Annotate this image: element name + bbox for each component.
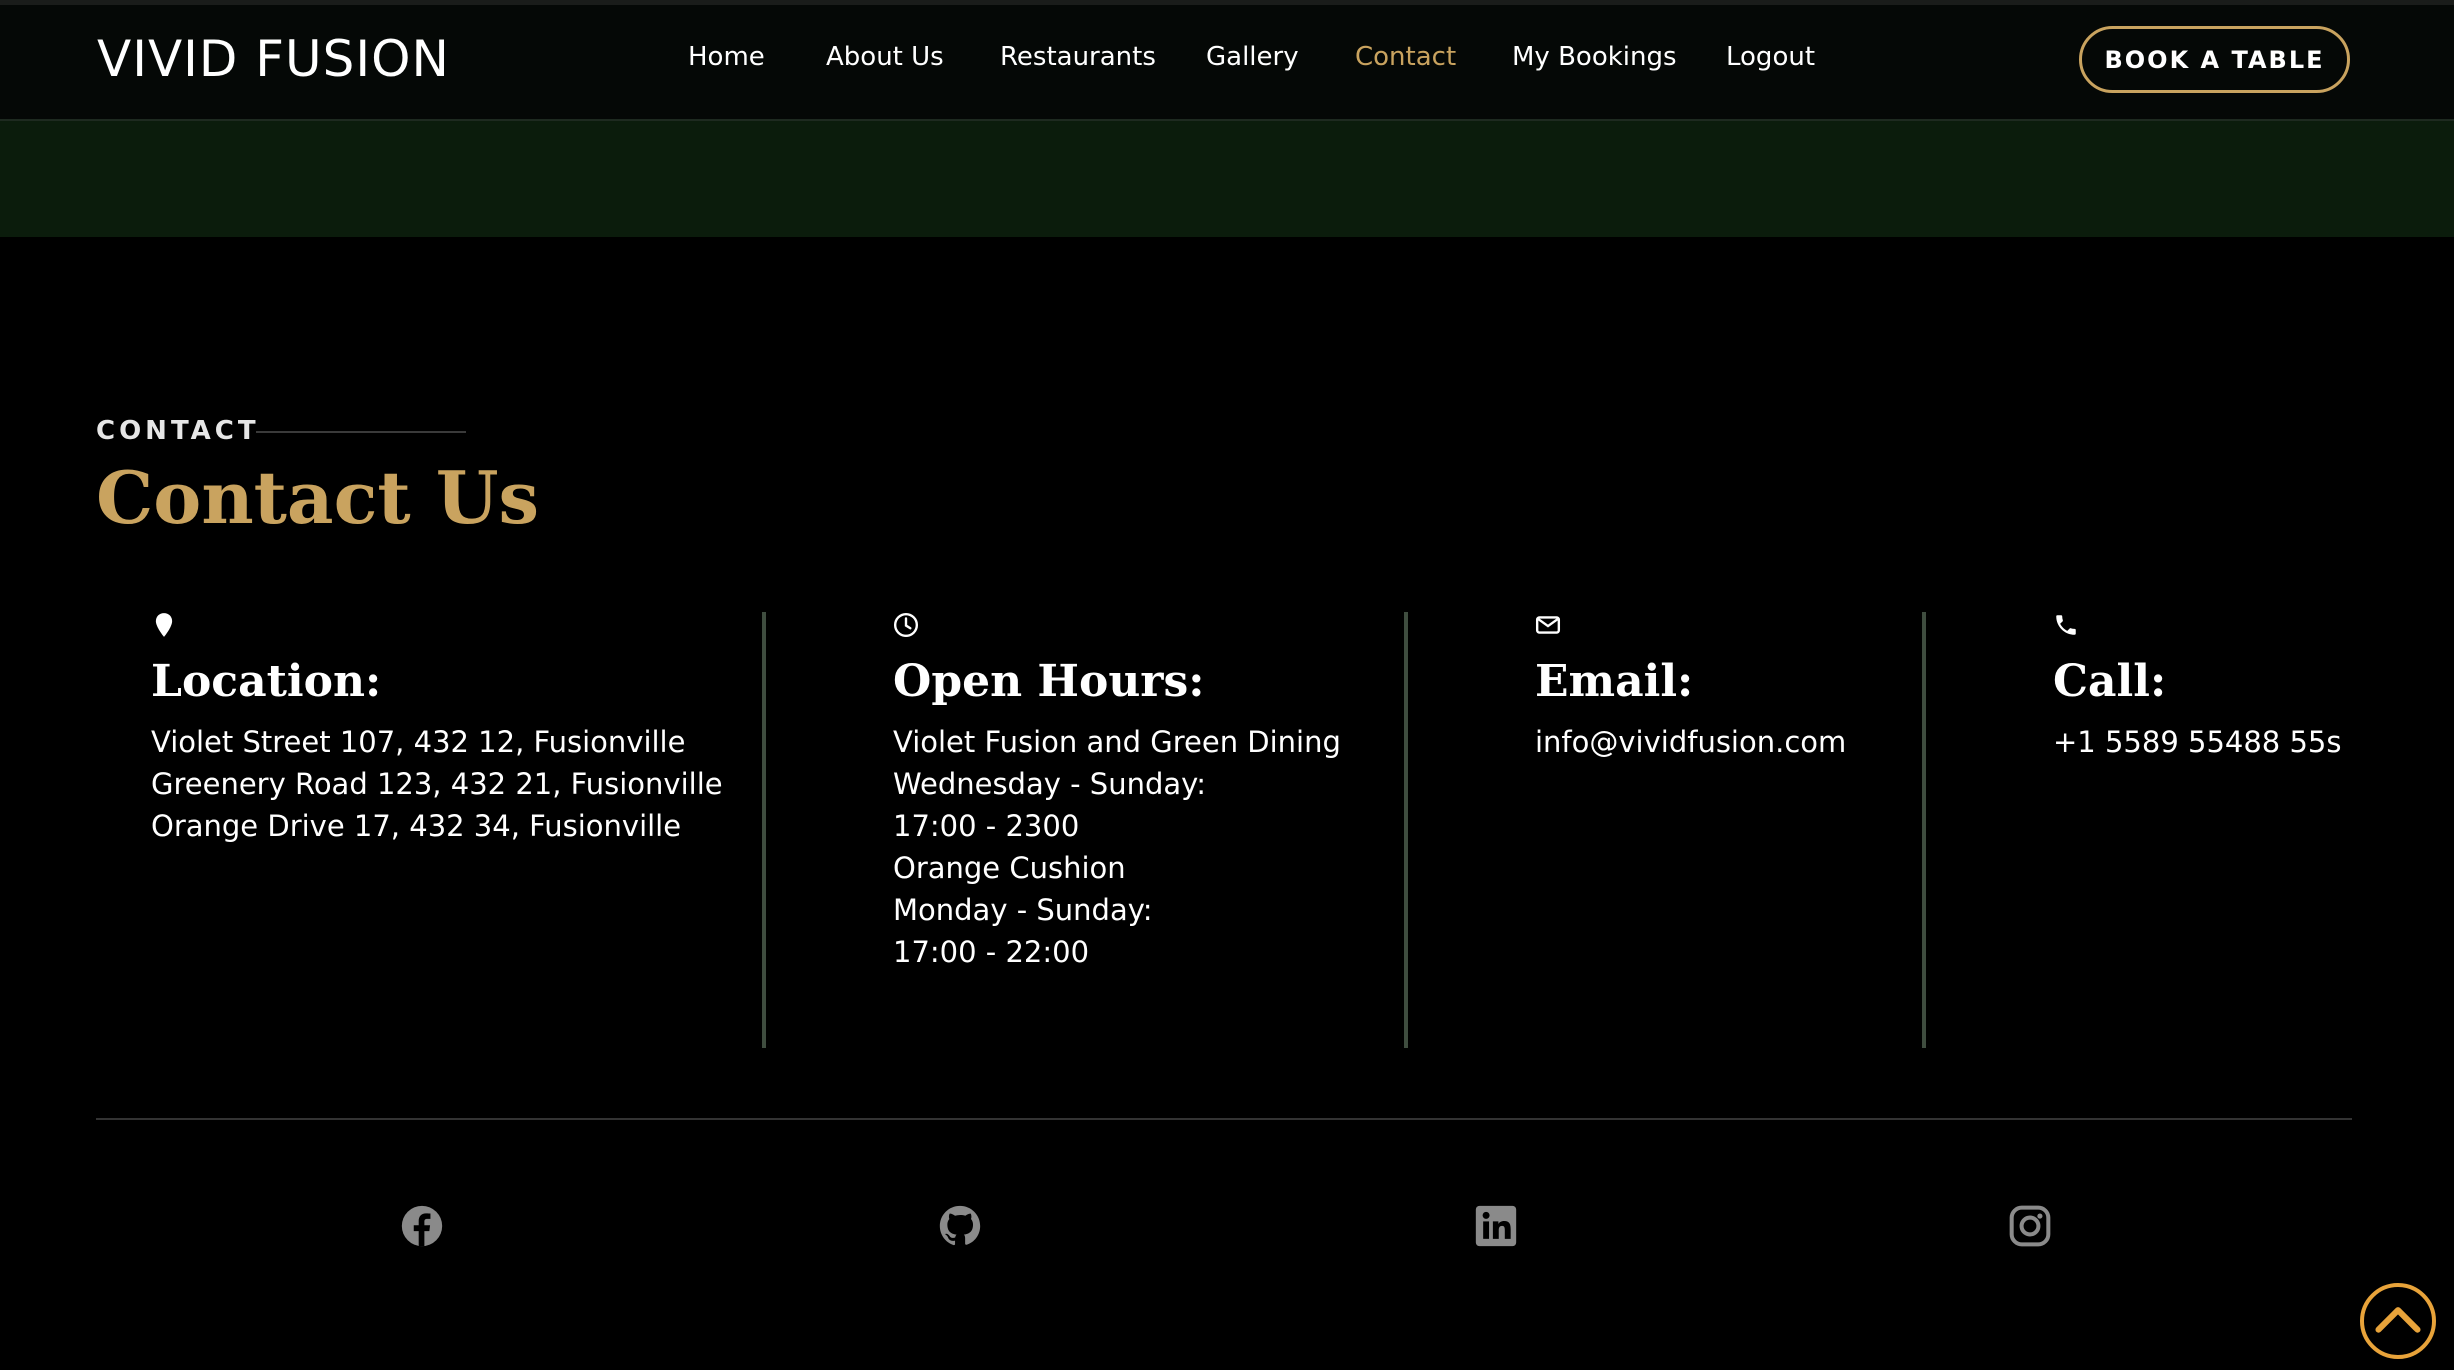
call-heading: Call: (2053, 656, 2167, 707)
hours-block: Open Hours: Violet Fusion and Green Dini… (893, 612, 1341, 973)
column-divider (1922, 612, 1926, 1048)
hours-line: 17:00 - 22:00 (893, 935, 1090, 969)
nav-restaurants[interactable]: Restaurants (1000, 42, 1156, 72)
hours-line: Wednesday - Sunday: (893, 767, 1206, 801)
map-pin-icon (155, 613, 173, 637)
nav-logout[interactable]: Logout (1726, 42, 1815, 72)
hours-line: 17:00 - 2300 (893, 809, 1080, 843)
hero-band (0, 121, 2454, 237)
phone-icon (2056, 615, 2076, 635)
phone-number[interactable]: +1 5589 55488 55s (2053, 721, 2341, 763)
email-heading: Email: (1535, 656, 1694, 707)
nav-contact[interactable]: Contact (1355, 42, 1456, 72)
location-line: Greenery Road 123, 432 21, Fusionville (151, 767, 723, 801)
hours-line: Monday - Sunday: (893, 893, 1153, 927)
hours-line: Violet Fusion and Green Dining (893, 725, 1341, 759)
column-divider (762, 612, 766, 1048)
location-block: Location: Violet Street 107, 432 12, Fus… (151, 612, 723, 847)
site-header: VIVID FUSION Home About Us Restaurants G… (0, 0, 2454, 121)
nav-gallery[interactable]: Gallery (1206, 42, 1299, 72)
nav-my-bookings[interactable]: My Bookings (1512, 42, 1677, 72)
facebook-icon[interactable] (400, 1204, 444, 1248)
section-label-line (256, 431, 466, 433)
nav-home[interactable]: Home (688, 42, 765, 72)
scroll-to-top-button[interactable] (2360, 1283, 2436, 1359)
location-heading: Location: (151, 656, 382, 707)
column-divider (1404, 612, 1408, 1048)
page-title: Contact Us (96, 455, 540, 540)
call-block: Call: +1 5589 55488 55s (2053, 612, 2341, 763)
email-link[interactable]: info@vividfusion.com (1535, 721, 1846, 763)
hours-line: Orange Cushion (893, 851, 1126, 885)
hours-heading: Open Hours: (893, 656, 1205, 707)
linkedin-icon[interactable] (1474, 1204, 1518, 1248)
location-line: Orange Drive 17, 432 34, Fusionville (151, 809, 682, 843)
envelope-icon (1535, 616, 1561, 634)
brand-logo[interactable]: VIVID FUSION (97, 30, 450, 88)
instagram-icon[interactable] (2008, 1204, 2052, 1248)
clock-icon (893, 612, 919, 638)
chevron-up-icon (2375, 1307, 2421, 1333)
book-a-table-button[interactable]: BOOK A TABLE (2079, 26, 2350, 93)
location-line: Violet Street 107, 432 12, Fusionville (151, 725, 686, 759)
nav-about-us[interactable]: About Us (826, 42, 944, 72)
github-icon[interactable] (938, 1204, 982, 1248)
header-top-strip (0, 0, 2454, 5)
footer-divider (96, 1118, 2352, 1120)
email-block: Email: info@vividfusion.com (1535, 612, 1846, 763)
section-label: CONTACT (96, 416, 260, 446)
